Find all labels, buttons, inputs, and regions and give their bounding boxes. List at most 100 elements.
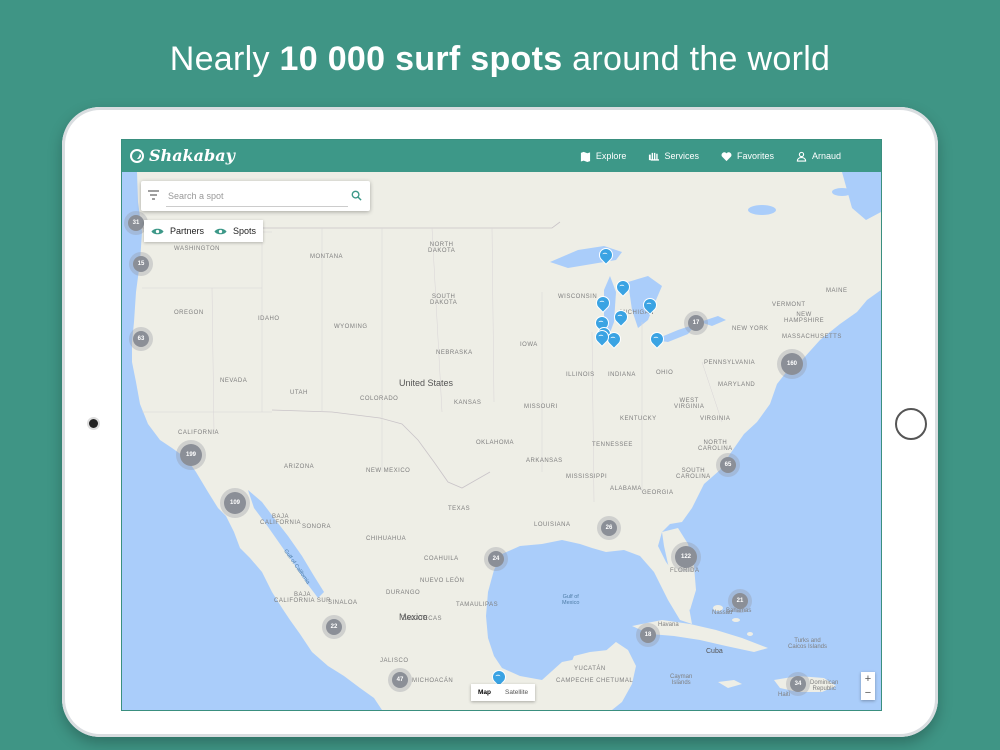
map-label: MISSOURI	[524, 404, 558, 410]
map-label: YUCATÁN	[574, 666, 606, 672]
map-label: Turks and Caicos Islands	[788, 638, 828, 650]
map-label: MONTANA	[310, 254, 344, 260]
spot-cluster[interactable]: 31	[128, 215, 144, 231]
map-label: CALIFORNIA	[178, 430, 220, 436]
user-icon	[796, 151, 807, 162]
map-label: COAHUILA	[424, 556, 459, 562]
map-type-satellite[interactable]: Satellite	[498, 684, 535, 701]
search-box	[141, 181, 370, 211]
map-label: KANSAS	[454, 400, 482, 406]
map-label: WEST VIRGINIA	[674, 398, 705, 410]
map-label: NORTH CAROLINA	[698, 440, 733, 452]
search-icon[interactable]	[351, 190, 362, 201]
brand-logo[interactable]: Shakabay	[130, 146, 235, 165]
map-label-country: United States	[399, 378, 454, 388]
map-label: GEORGIA	[642, 490, 674, 496]
map-label: Haiti	[778, 692, 791, 698]
home-button[interactable]	[895, 408, 927, 440]
map-label: SONORA	[302, 524, 332, 530]
eye-icon	[214, 228, 227, 234]
map-label: Havana	[658, 622, 679, 628]
map-label: WISCONSIN	[558, 294, 598, 300]
spot-cluster[interactable]: 47	[392, 672, 408, 688]
map-label: IDAHO	[258, 316, 280, 322]
map-label: TAMAULIPAS	[456, 602, 499, 608]
map-label: CHIHUAHUA	[366, 536, 407, 542]
spot-cluster[interactable]: 15	[133, 256, 149, 272]
map-type-map[interactable]: Map	[471, 684, 498, 701]
camera-icon	[89, 419, 98, 428]
spot-cluster[interactable]: 65	[720, 457, 736, 473]
map-label: BAJA CALIFORNIA SUR	[274, 592, 332, 604]
map-label-sea: Gulf of Mexico	[562, 594, 580, 606]
spot-cluster[interactable]: 34	[790, 676, 806, 692]
filter-icon[interactable]	[148, 190, 159, 200]
nav-favorites[interactable]: Favorites	[721, 151, 774, 162]
map-label: ARIZONA	[284, 464, 315, 470]
map-label: NEBRASKA	[436, 350, 473, 356]
map-label: NEVADA	[220, 378, 248, 384]
map-label: Dominican Republic	[810, 680, 839, 692]
map-label: VIRGINIA	[700, 416, 731, 422]
map-label: NUEVO LEÓN	[420, 578, 465, 584]
map-icon	[580, 151, 591, 162]
map-label: TEXAS	[448, 506, 471, 512]
spot-cluster[interactable]: 21	[732, 593, 748, 609]
map-label: OKLAHOMA	[476, 440, 515, 446]
map-type-control: Map Satellite	[471, 684, 536, 701]
logo-icon	[130, 148, 144, 163]
map-label: LOUISIANA	[534, 522, 571, 528]
map-label: NORTH DAKOTA	[428, 242, 456, 254]
spot-cluster[interactable]: 24	[488, 551, 504, 567]
map-label: TENNESSEE	[592, 442, 633, 448]
map-label: CAMPECHE CHETUMAL	[556, 678, 634, 684]
map-label: SOUTH DAKOTA	[430, 294, 458, 306]
app-screen: Shakabay Explore Services Favorites Arna…	[121, 139, 882, 711]
brand-name: Shakabay	[149, 146, 235, 165]
spot-cluster[interactable]: 160	[781, 353, 803, 375]
map-label: DURANGO	[386, 590, 421, 596]
toggle-spots[interactable]: Spots	[214, 226, 256, 236]
spot-cluster[interactable]: 109	[224, 492, 246, 514]
map-label: SINALOA	[328, 600, 358, 606]
headline: Nearly 10 000 surf spots around the worl…	[169, 40, 831, 78]
map-label-country: Cuba	[706, 648, 723, 655]
map-label: ILLINOIS	[566, 372, 595, 378]
nav-services[interactable]: Services	[648, 151, 699, 162]
map-label: NEW HAMPSHIRE	[784, 312, 825, 324]
map-label: WASHINGTON	[174, 246, 221, 252]
map-label: OREGON	[174, 310, 204, 316]
spot-cluster[interactable]: 17	[688, 315, 704, 331]
map-label: OHIO	[656, 370, 674, 376]
spot-cluster[interactable]: 18	[640, 627, 656, 643]
map-label: JALISCO	[380, 658, 409, 664]
map-label: PENNSYLVANIA	[704, 360, 756, 366]
map-label: Nassau	[712, 610, 733, 616]
toggle-partners[interactable]: Partners	[151, 226, 204, 236]
spot-cluster[interactable]: 122	[675, 546, 697, 568]
spot-cluster[interactable]: 26	[601, 520, 617, 536]
heart-icon	[721, 151, 732, 161]
zoom-in-button[interactable]: +	[861, 672, 875, 686]
map-label: ALABAMA	[610, 486, 642, 492]
layer-toggles: Partners Spots	[144, 220, 264, 242]
map-label: NEW MEXICO	[366, 468, 411, 474]
spot-cluster[interactable]: 63	[133, 331, 149, 347]
map-label: MISSISSIPPI	[566, 474, 608, 480]
nav-explore[interactable]: Explore	[580, 151, 626, 162]
nav-user[interactable]: Arnaud	[796, 151, 841, 162]
spot-cluster[interactable]: 22	[326, 619, 342, 635]
map-label: WYOMING	[334, 324, 368, 330]
map-label: MASSACHUSETTS	[782, 334, 842, 340]
map-label: Cayman Islands	[670, 674, 693, 686]
map-label: IOWA	[520, 342, 538, 348]
map-label: MARYLAND	[718, 382, 756, 388]
search-input[interactable]	[166, 186, 348, 207]
map-view[interactable]: WASHINGTON MONTANA NORTH DAKOTA SOUTH DA…	[122, 172, 881, 710]
top-bar: Shakabay Explore Services Favorites Arna…	[122, 140, 881, 172]
map-label: VERMONT	[772, 302, 806, 308]
zoom-out-button[interactable]: −	[861, 686, 875, 700]
spot-cluster[interactable]: 199	[180, 444, 202, 466]
map-label: BAJA CALIFORNIA	[260, 514, 302, 526]
map-label: KENTUCKY	[620, 416, 657, 422]
